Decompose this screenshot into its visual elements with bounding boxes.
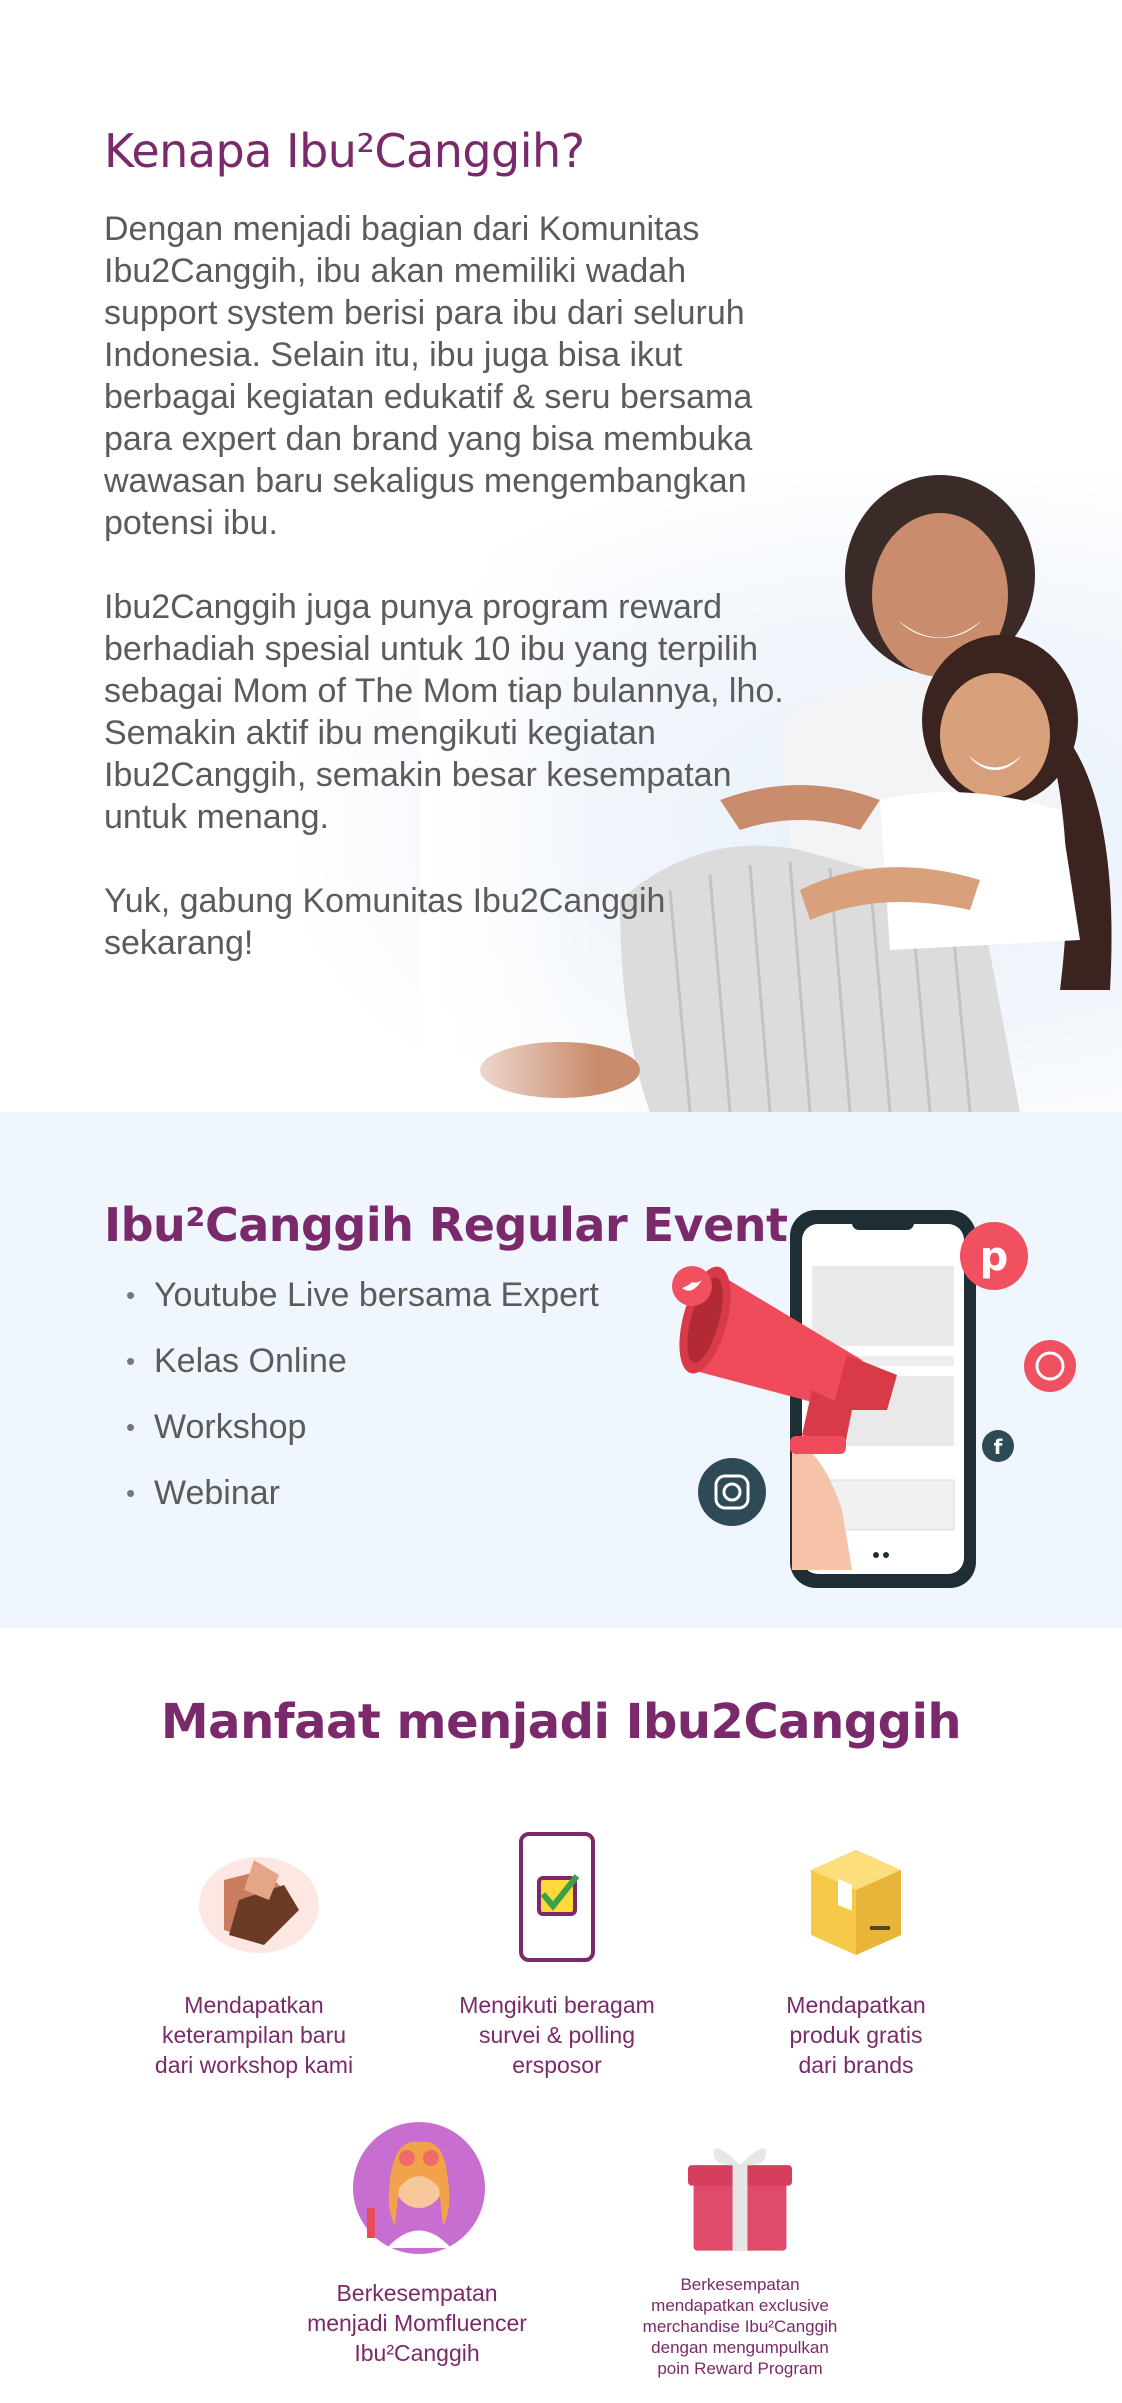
bullet-icon: • (126, 1478, 136, 1508)
event-item-label: Workshop (154, 1408, 307, 1446)
box-icon (811, 1850, 901, 1955)
instagram-icon (698, 1458, 766, 1526)
benefit-caption: Mendapatkan produk gratis dari brands (786, 1992, 926, 2078)
pinterest-icon: p (960, 1222, 1028, 1290)
bullet-icon: • (126, 1346, 136, 1376)
why-section: Kenapa Ibu²Canggih? Dengan menjadi bagia… (0, 0, 1122, 1112)
bullet-icon: • (126, 1280, 136, 1310)
event-section: Ibu²Canggih Regular Event • Youtube Live … (0, 1112, 1122, 1628)
benefit-card-product: Mendapatkan produk gratis dari brands (736, 1830, 976, 2080)
megaphone-phone-illustration: p f (672, 1210, 1076, 1588)
gift-icon (688, 2148, 792, 2251)
benefit-caption: Mendapatkan keterampilan baru dari works… (154, 1992, 354, 2078)
event-item-label: Youtube Live bersama Expert (154, 1276, 599, 1314)
benefit-card-momfluencer: Berkesempatan menjadi Momfluencer Ibu²Ca… (297, 2118, 537, 2368)
facebook-icon: f (982, 1430, 1014, 1462)
list-item: • Kelas Online (126, 1338, 599, 1404)
why-paragraph: Yuk, gabung Komunitas Ibu2Canggih sekara… (104, 882, 666, 962)
benefit-caption: Mengikuti beragam survei & polling erspo… (459, 1992, 655, 2078)
benefit-card-merchandise: Berkesempatan mendapatkan exclusive merc… (620, 2128, 860, 2379)
whatsapp-icon (1024, 1340, 1076, 1392)
svg-text:p: p (980, 1234, 1009, 1280)
event-item-label: Webinar (154, 1474, 280, 1512)
benefit-card-survey: Mengikuti beragam survei & polling erspo… (437, 1830, 677, 2080)
why-title: Kenapa Ibu²Canggih? (104, 124, 585, 178)
list-item: • Webinar (126, 1470, 599, 1536)
benefit-title: Manfaat menjadi Ibu2Canggih (160, 1694, 962, 1750)
benefit-section: Manfaat menjadi Ibu2Canggih Mendapatkan … (0, 1628, 1122, 2403)
hands-icon (199, 1857, 319, 1953)
event-item-label: Kelas Online (154, 1342, 347, 1380)
momfluencer-icon (353, 2122, 485, 2254)
twitter-icon (672, 1266, 712, 1306)
why-paragraph: Ibu2Canggih juga punya program reward be… (104, 588, 784, 836)
event-list: • Youtube Live bersama Expert • Kelas Onli… (126, 1272, 599, 1536)
list-item: • Youtube Live bersama Expert (126, 1272, 599, 1338)
why-body: Dengan menjadi bagian dari Komunitas Ibu… (104, 208, 804, 1006)
bullet-icon: • (126, 1412, 136, 1442)
why-paragraph: Dengan menjadi bagian dari Komunitas Ibu… (104, 210, 753, 542)
benefit-caption: Berkesempatan menjadi Momfluencer Ibu²Ca… (307, 2280, 527, 2366)
survey-phone-icon (519, 1832, 595, 1962)
list-item: • Workshop (126, 1404, 599, 1470)
svg-text:f: f (994, 1435, 1003, 1459)
benefit-card-workshop: Mendapatkan keterampilan baru dari works… (134, 1830, 374, 2080)
benefit-caption: Berkesempatan mendapatkan exclusive merc… (642, 2275, 838, 2378)
